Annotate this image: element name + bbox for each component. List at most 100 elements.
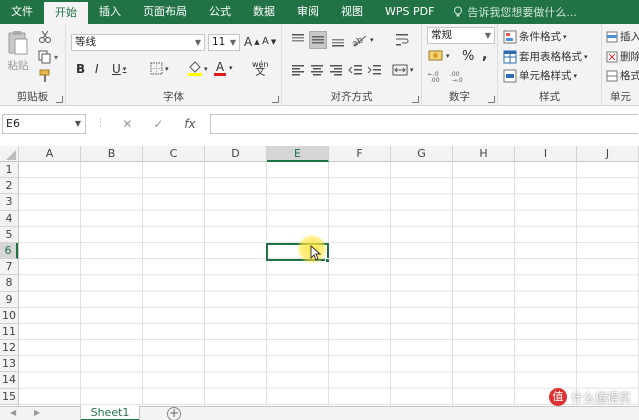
row-header-9[interactable]: 9 [0,292,18,308]
delete-cells-button[interactable]: 删除 [606,49,639,64]
sheet-tab-sheet1[interactable]: Sheet1 [80,406,140,420]
italic-button[interactable]: I [95,62,99,76]
cut-button[interactable] [38,30,52,44]
bold-button[interactable]: B [76,62,85,76]
ribbon-home: 粘贴 ▾ 剪贴板 等线 ▼ 11 ▼ A ▲ A ▼ B I U ▾ ▾ ▾ A… [0,24,639,106]
paste-button[interactable]: 粘贴 [6,30,30,73]
column-header-j[interactable]: J [577,146,639,162]
alignment-launcher-icon[interactable] [412,96,419,103]
underline-button[interactable]: U ▾ [112,62,126,76]
accounting-button[interactable]: ▾ [428,49,450,63]
percent-button[interactable]: % [462,49,474,64]
enter-check-icon[interactable]: ✓ [153,117,163,131]
comma-button[interactable]: , [482,47,487,63]
column-header-a[interactable]: A [19,146,81,162]
row-header-14[interactable]: 14 [0,372,18,389]
column-header-b[interactable]: B [81,146,143,162]
insert-cells-button[interactable]: 插入 [606,29,639,44]
format-cells-button[interactable]: 格式 [606,68,639,83]
merge-center-button[interactable]: ▾ [392,62,414,78]
tab-review[interactable]: 审阅 [286,0,330,24]
number-launcher-icon[interactable] [488,96,495,103]
column-header-c[interactable]: C [143,146,205,162]
align-left-icon[interactable] [290,62,306,78]
borders-button[interactable]: ▾ [150,62,169,75]
row-header-15[interactable]: 15 [0,389,18,405]
decrease-decimal-icon[interactable]: .00→.0 [450,69,468,83]
column-header-f[interactable]: F [329,146,391,162]
add-sheet-icon[interactable]: + [167,407,181,420]
format-painter-button[interactable] [38,69,52,83]
formula-bar: E6 ▼ ⋮ ✕ ✓ fx [0,110,639,138]
name-box[interactable]: E6 ▼ [2,114,86,134]
conditional-format-button[interactable]: 条件格式 ▾ [503,29,567,44]
column-header-i[interactable]: I [515,146,577,162]
row-header-6[interactable]: 6 [0,242,18,260]
row-header-4[interactable]: 4 [0,211,18,227]
row-header-7[interactable]: 7 [0,259,18,276]
sheet-nav-right-icon[interactable]: ▶ [34,408,40,417]
column-header-d[interactable]: D [205,146,267,162]
column-header-g[interactable]: G [391,146,453,162]
fill-handle[interactable] [325,258,330,263]
grow-font-button[interactable]: A ▲ [244,35,260,49]
align-middle-button[interactable] [309,31,327,49]
row-header-8[interactable]: 8 [0,275,18,292]
text-orientation-icon: ab [350,35,367,48]
caret-down-icon: ▼ [270,37,277,46]
align-top-icon[interactable] [290,32,306,48]
name-box-value: E6 [6,117,20,130]
format-as-table-button[interactable]: 套用表格格式 ▾ [503,49,588,64]
font-color-button[interactable]: A [214,61,226,76]
orientation-button[interactable]: ab ▾ [350,32,373,48]
row-header-3[interactable]: 3 [0,194,18,211]
increase-indent-icon[interactable] [367,62,383,78]
tab-file[interactable]: 文件 [0,0,44,24]
row-header-13[interactable]: 13 [0,356,18,373]
increase-decimal-icon[interactable]: ←.0.00 [428,69,446,83]
insert-cells-label: 插入 [620,31,639,43]
clipboard-launcher-icon[interactable] [56,96,63,103]
formula-input[interactable] [210,114,638,134]
insert-function-button[interactable]: fx [184,117,195,131]
wrap-text-icon[interactable] [394,32,410,48]
sheet-nav-left-icon[interactable]: ◀ [10,408,16,417]
chevron-down-icon[interactable]: ▾ [229,64,233,72]
row-header-12[interactable]: 12 [0,340,18,357]
row-header-1[interactable]: 1 [0,162,18,179]
cancel-icon[interactable]: ✕ [122,117,132,131]
column-header-e[interactable]: E [267,146,329,162]
font-size-combo[interactable]: 11 ▼ [208,34,240,51]
cells-area[interactable] [19,162,639,406]
tab-home[interactable]: 开始 [44,2,88,24]
copy-button[interactable]: ▾ [38,50,58,64]
fill-color-button[interactable]: ▾ [188,61,208,76]
align-right-icon[interactable] [328,62,344,78]
paste-icon [8,31,28,55]
cell-styles-button[interactable]: 单元格样式 ▾ [503,68,577,83]
decrease-indent-icon[interactable] [348,62,364,78]
cell-styles-icon [503,69,517,82]
tab-view[interactable]: 视图 [330,0,374,24]
chevron-down-icon: ▾ [165,64,169,73]
row-header-5[interactable]: 5 [0,227,18,243]
shrink-font-button[interactable]: A ▼ [262,36,276,47]
drag-handle-icon[interactable]: ⋮ [96,118,105,128]
select-all-corner[interactable] [0,146,19,162]
tab-insert[interactable]: 插入 [88,0,132,24]
tab-wps-pdf[interactable]: WPS PDF [374,0,445,24]
phonetic-button[interactable]: wén 文 [252,60,269,78]
font-launcher-icon[interactable] [272,96,279,103]
number-format-combo[interactable]: 常规 ▼ [427,27,495,44]
tab-data[interactable]: 数据 [242,0,286,24]
row-header-10[interactable]: 10 [0,308,18,324]
align-center-icon[interactable] [309,62,325,78]
tell-me-box[interactable]: 告诉我您想要做什么... [445,0,577,24]
tab-page-layout[interactable]: 页面布局 [132,0,198,24]
align-bottom-icon[interactable] [330,32,346,48]
tab-formulas[interactable]: 公式 [198,0,242,24]
column-header-h[interactable]: H [453,146,515,162]
row-header-11[interactable]: 11 [0,324,18,341]
row-header-2[interactable]: 2 [0,178,18,195]
font-name-combo[interactable]: 等线 ▼ [71,34,205,51]
